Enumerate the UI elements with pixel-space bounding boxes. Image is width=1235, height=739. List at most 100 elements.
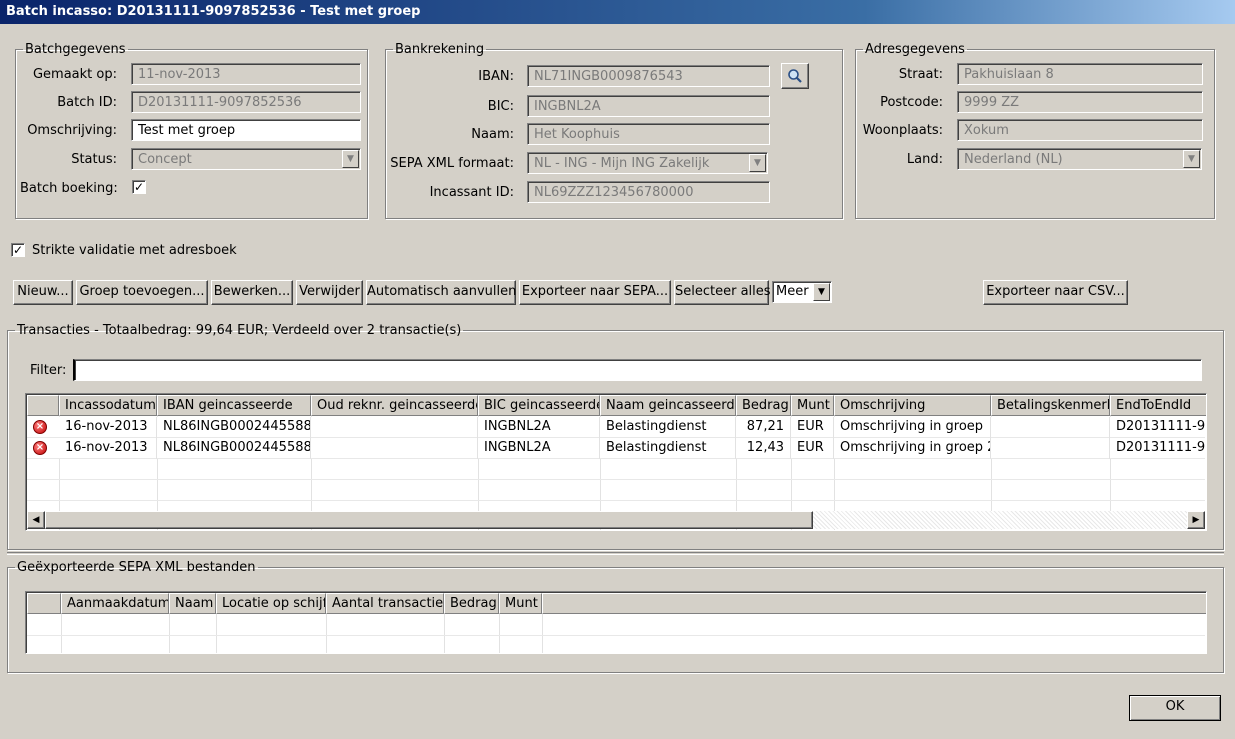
cell-oud-reknr xyxy=(311,438,478,459)
col-bedrag[interactable]: Bedrag xyxy=(736,395,791,416)
batch-boeking-label: Batch boeking: xyxy=(20,181,118,196)
groep-toevoegen-button[interactable]: Groep toevoegen... xyxy=(76,280,208,305)
status-select[interactable]: Concept ▼ xyxy=(131,148,361,170)
batch-id-label: Batch ID: xyxy=(57,95,117,110)
omschrijving-label: Omschrijving: xyxy=(27,123,117,138)
postcode-label: Postcode: xyxy=(880,95,943,110)
chevron-down-icon: ▼ xyxy=(1183,150,1200,168)
status-label: Status: xyxy=(71,152,117,167)
cell-omschrijving: Omschrijving in groep 2 xyxy=(834,438,991,459)
gemaakt-op-field: 11-nov-2013 xyxy=(131,63,361,85)
col-naam[interactable]: Naam xyxy=(169,593,216,614)
batch-id-field: D20131111-9097852536 xyxy=(131,91,361,113)
adresgegevens-legend: Adresgegevens xyxy=(865,42,965,57)
error-icon: × xyxy=(33,441,47,455)
gemaakt-op-label: Gemaakt op: xyxy=(32,67,117,82)
iban-field: NL71INGB0009876543 xyxy=(527,65,770,87)
table-header-corner xyxy=(27,395,59,416)
meer-select[interactable]: Meer ▼ xyxy=(772,281,832,303)
strikte-validatie-label[interactable]: Strikte validatie met adresboek xyxy=(32,243,237,258)
chevron-down-icon: ▼ xyxy=(813,283,830,301)
bic-label: BIC: xyxy=(487,99,514,114)
bewerken-button[interactable]: Bewerken... xyxy=(211,280,293,305)
horizontal-scrollbar[interactable]: ◀ ▶ xyxy=(27,511,1205,529)
exporteer-csv-button[interactable]: Exporteer naar CSV... xyxy=(983,280,1128,305)
cell-oud-reknr xyxy=(311,417,478,438)
ok-button[interactable]: OK xyxy=(1129,695,1221,721)
col-aanmaakdatum[interactable]: Aanmaakdatum xyxy=(61,593,169,614)
filter-input[interactable] xyxy=(73,359,1202,381)
cell-bic: INGBNL2A xyxy=(478,417,600,438)
table-row[interactable]: × 16-nov-2013 NL86INGB0002445588 INGBNL2… xyxy=(27,417,1206,438)
sepa-select[interactable]: NL - ING - Mijn ING Zakelijk ▼ xyxy=(527,152,768,174)
woonplaats-field: Xokum xyxy=(957,119,1203,141)
batchgegevens-legend: Batchgegevens xyxy=(25,42,126,57)
empty-row xyxy=(27,480,1205,501)
cell-naam: Belastingdienst xyxy=(600,417,736,438)
empty-row xyxy=(27,615,1205,636)
meer-value: Meer xyxy=(776,284,809,299)
cell-munt: EUR xyxy=(791,417,834,438)
scroll-thumb[interactable] xyxy=(45,511,813,529)
splitter[interactable] xyxy=(7,552,1224,555)
incassant-field: NL69ZZZ123456780000 xyxy=(527,181,770,203)
sepa-label: SEPA XML formaat: xyxy=(390,156,514,171)
straat-field: Pakhuislaan 8 xyxy=(957,63,1203,85)
col-munt[interactable]: Munt xyxy=(499,593,542,614)
col-bic[interactable]: BIC geincasseerde xyxy=(478,395,600,416)
window-title: Batch incasso: D20131111-9097852536 - Te… xyxy=(0,0,1235,24)
col-munt[interactable]: Munt xyxy=(791,395,834,416)
col-incassodatum[interactable]: Incassodatum xyxy=(59,395,157,416)
cell-naam: Belastingdienst xyxy=(600,438,736,459)
iban-label: IBAN: xyxy=(478,69,514,84)
exports-table: Aanmaakdatum Naam Locatie op schijf Aant… xyxy=(25,591,1207,654)
cell-betalingskenmerk xyxy=(991,417,1110,438)
scroll-left-button[interactable]: ◀ xyxy=(27,511,45,529)
verwijder-button[interactable]: Verwijder xyxy=(296,280,363,305)
chevron-down-icon: ▼ xyxy=(342,150,359,168)
status-value: Concept xyxy=(138,152,192,167)
scroll-right-button[interactable]: ▶ xyxy=(1187,511,1205,529)
land-value: Nederland (NL) xyxy=(964,152,1063,167)
postcode-field: 9999 ZZ xyxy=(957,91,1203,113)
batch-boeking-checkbox[interactable]: ✓ xyxy=(132,180,146,194)
omschrijving-input[interactable]: Test met groep xyxy=(131,119,361,141)
exporteer-sepa-button[interactable]: Exporteer naar SEPA... xyxy=(519,280,671,305)
strikte-validatie-checkbox[interactable]: ✓ xyxy=(11,243,25,257)
woonplaats-label: Woonplaats: xyxy=(862,123,943,138)
cell-iban: NL86INGB0002445588 xyxy=(157,438,311,459)
cell-incassodatum: 16-nov-2013 xyxy=(59,417,157,438)
col-naam[interactable]: Naam geincasseerde xyxy=(600,395,736,416)
cell-endtoendid: D20131111-90 xyxy=(1110,438,1206,459)
land-select[interactable]: Nederland (NL) ▼ xyxy=(957,148,1202,170)
col-endtoendid[interactable]: EndToEndId xyxy=(1110,395,1206,416)
cell-bedrag: 87,21 xyxy=(736,417,791,438)
selecteer-alles-button[interactable]: Selecteer alles xyxy=(674,280,771,305)
empty-row xyxy=(27,636,1205,653)
cell-endtoendid: D20131111-90 xyxy=(1110,417,1206,438)
cell-munt: EUR xyxy=(791,438,834,459)
col-aantal[interactable]: Aantal transacties xyxy=(326,593,444,614)
table-header-corner xyxy=(27,593,61,614)
cell-bic: INGBNL2A xyxy=(478,438,600,459)
table-row[interactable]: × 16-nov-2013 NL86INGB0002445588 INGBNL2… xyxy=(27,438,1206,459)
nieuw-button[interactable]: Nieuw... xyxy=(13,280,73,305)
filter-label: Filter: xyxy=(30,363,67,378)
col-omschrijving[interactable]: Omschrijving xyxy=(834,395,991,416)
chevron-down-icon: ▼ xyxy=(749,154,766,172)
col-iban[interactable]: IBAN geincasseerde xyxy=(157,395,311,416)
col-filler xyxy=(542,593,1206,614)
automatisch-aanvullen-button[interactable]: Automatisch aanvullen xyxy=(366,280,516,305)
incassant-label: Incassant ID: xyxy=(429,185,514,200)
empty-row xyxy=(27,459,1205,480)
bankrekening-legend: Bankrekening xyxy=(395,42,485,57)
iban-search-button[interactable] xyxy=(781,63,809,89)
col-bedrag[interactable]: Bedrag xyxy=(444,593,499,614)
bic-field: INGBNL2A xyxy=(527,95,770,117)
col-oud-reknr[interactable]: Oud reknr. geincasseerde xyxy=(311,395,478,416)
cell-omschrijving: Omschrijving in groep xyxy=(834,417,991,438)
cell-incassodatum: 16-nov-2013 xyxy=(59,438,157,459)
col-locatie[interactable]: Locatie op schijf xyxy=(216,593,326,614)
transacties-table: Incassodatum IBAN geincasseerde Oud rekn… xyxy=(25,393,1207,531)
col-betalingskenmerk[interactable]: Betalingskenmerk xyxy=(991,395,1110,416)
